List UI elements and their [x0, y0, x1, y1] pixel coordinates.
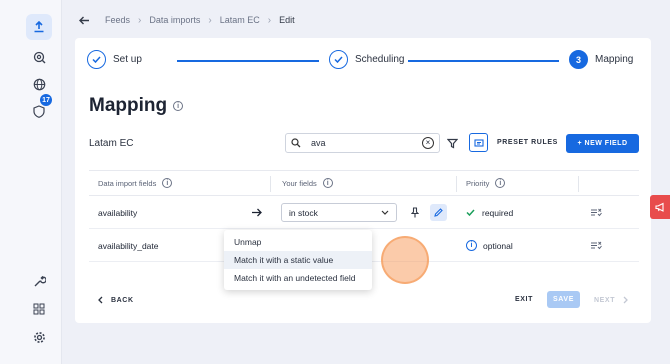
feedback-megaphone-icon[interactable]: [650, 195, 670, 219]
chevron-right-icon: ›: [138, 14, 142, 26]
chevron-right-icon: ›: [208, 14, 212, 26]
exit-button[interactable]: EXIT: [515, 296, 533, 303]
edit-cell: [430, 196, 447, 229]
chevron-right-icon: ›: [267, 14, 272, 26]
menu-item-unmap[interactable]: Unmap: [224, 233, 372, 251]
upload-icon[interactable]: [26, 14, 52, 40]
column-divider: [456, 176, 457, 192]
new-field-button[interactable]: + NEW FIELD: [566, 134, 639, 153]
grid-icon[interactable]: [26, 296, 52, 322]
side-nav: 17: [0, 0, 62, 364]
back-button[interactable]: BACK: [97, 296, 134, 304]
back-arrow-icon[interactable]: [75, 11, 93, 29]
info-icon[interactable]: i: [173, 101, 184, 111]
column-divider: [270, 176, 271, 192]
search-value: ava: [311, 138, 326, 148]
step-label: Set up: [113, 54, 142, 65]
table-header: Data import fields i Your fields i Prior…: [89, 170, 639, 196]
priority-cell: i optional: [466, 229, 513, 262]
priority-value: optional: [483, 240, 513, 251]
chevron-right-icon: [623, 296, 628, 304]
column-header-import-fields: Data import fields i: [98, 178, 173, 188]
priority-cell: required: [466, 196, 513, 229]
clear-search-icon[interactable]: ×: [422, 137, 434, 149]
breadcrumb-feeds[interactable]: Feeds: [105, 15, 130, 25]
info-icon[interactable]: i: [162, 178, 173, 188]
field-options-menu: Unmap Match it with a static value Match…: [224, 230, 372, 290]
step-connector: [408, 60, 559, 62]
step-set-up[interactable]: Set up: [87, 50, 142, 69]
globe-icon[interactable]: [26, 71, 52, 97]
rule-toggle-icon[interactable]: [590, 196, 602, 229]
breadcrumb: Feeds › Data imports › Latam EC › Edit: [75, 10, 295, 30]
import-field-name: availability: [98, 207, 138, 218]
breadcrumb-data-imports[interactable]: Data imports: [149, 15, 200, 25]
filter-icon[interactable]: [446, 136, 459, 154]
step-label: Mapping: [595, 54, 634, 65]
next-button[interactable]: NEXT: [594, 296, 629, 304]
column-header-priority: Priority i: [466, 178, 506, 188]
arrow-right-icon: [251, 196, 262, 229]
rule-toggle-icon[interactable]: [590, 229, 602, 262]
preset-rules-button[interactable]: PRESET RULES: [497, 139, 558, 146]
column-header-your-fields: Your fields i: [282, 178, 333, 188]
page-title-row: Mapping i: [89, 95, 184, 117]
breadcrumb-current: Edit: [279, 15, 295, 25]
check-icon: [87, 50, 106, 69]
settings-gear-icon[interactable]: [26, 324, 52, 350]
feed-name: Latam EC: [89, 138, 134, 149]
your-field-cell: in stock: [281, 196, 397, 229]
info-icon: i: [466, 240, 477, 251]
menu-item-static-value[interactable]: Match it with a static value: [224, 251, 372, 269]
info-icon[interactable]: i: [322, 178, 333, 188]
import-field-name: availability_date: [98, 240, 159, 251]
pencil-icon[interactable]: [430, 204, 447, 221]
notification-badge: 17: [40, 94, 52, 106]
step-mapping[interactable]: 3 Mapping: [569, 50, 633, 69]
wrench-icon[interactable]: [26, 268, 52, 294]
shield-icon[interactable]: 17: [26, 94, 52, 124]
chevron-down-icon: [381, 210, 389, 215]
chevron-left-icon: [98, 296, 103, 304]
save-button[interactable]: SAVE: [547, 291, 580, 308]
search-icon: [291, 138, 301, 148]
step-label: Scheduling: [355, 54, 405, 65]
select-value: in stock: [289, 207, 318, 218]
menu-item-undetected-field[interactable]: Match it with an undetected field: [224, 269, 372, 287]
column-divider: [578, 176, 579, 192]
step-connector: [177, 60, 319, 62]
table-row: availability in stock required: [89, 196, 639, 229]
check-icon: [466, 209, 475, 216]
breadcrumb-latam-ec[interactable]: Latam EC: [220, 15, 260, 25]
your-field-select[interactable]: in stock: [281, 203, 397, 222]
search-input[interactable]: ava ×: [285, 133, 440, 153]
view-toggle-icon[interactable]: [469, 133, 488, 152]
check-icon: [329, 50, 348, 69]
priority-value: required: [482, 207, 514, 218]
pin-icon[interactable]: [411, 196, 419, 229]
step-scheduling[interactable]: Scheduling: [329, 50, 404, 69]
target-search-icon[interactable]: [26, 44, 52, 70]
info-icon[interactable]: i: [495, 178, 506, 188]
cursor-highlight: [381, 236, 429, 284]
step-number: 3: [569, 50, 588, 69]
page-title: Mapping: [89, 95, 168, 116]
